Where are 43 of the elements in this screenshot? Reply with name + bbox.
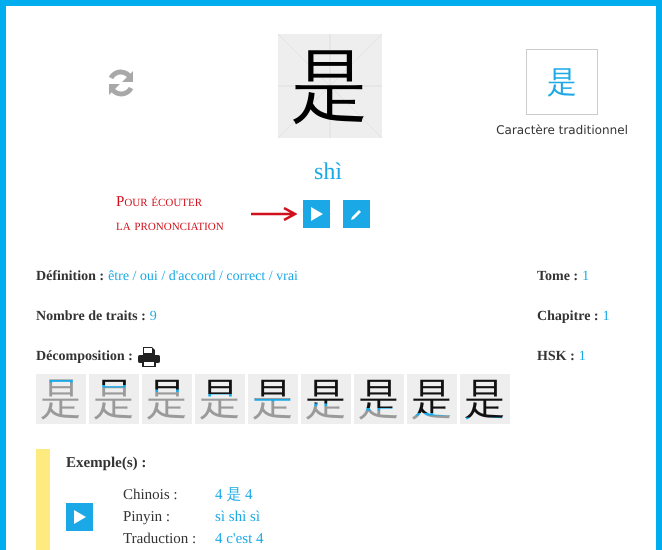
annotation-text: la prononciation (116, 217, 225, 236)
traditional-character: 是 (547, 64, 577, 102)
example-value: sì shì sì (215, 508, 262, 526)
stroke-step: 是 (36, 374, 86, 424)
stroke-step: 是 (407, 374, 457, 424)
stroke-step: 是 (89, 374, 139, 424)
play-icon (310, 207, 322, 221)
example-label: Pinyin : (123, 508, 172, 526)
play-icon (74, 510, 86, 524)
stroke-step: 是 (248, 374, 298, 424)
examples-title: Exemple(s) : (66, 455, 148, 472)
refresh-icon[interactable] (106, 69, 136, 97)
play-button[interactable] (66, 503, 93, 531)
info-value: 1 (582, 269, 590, 285)
info-label: Tome : (537, 269, 578, 285)
info-label: HSK : (537, 349, 575, 365)
play-button[interactable] (303, 200, 330, 228)
stroke-step: 是 (195, 374, 245, 424)
traditional-label: Caractère traditionnel (496, 123, 628, 137)
traditional-character-box[interactable]: 是 (526, 49, 598, 115)
example-label: Chinois : (123, 486, 179, 504)
example-value: 4 c'est 4 (215, 530, 264, 548)
info-label: Décomposition : (36, 349, 133, 365)
info-value: être / oui / d'accord / correct / vrai (108, 269, 298, 285)
example-value: 4 是 4 (215, 486, 254, 504)
main-character: 是 (291, 47, 369, 125)
stroke-step: 是 (460, 374, 510, 424)
stroke-step: 是 (142, 374, 192, 424)
arrow-icon (251, 207, 297, 221)
pinyin: shì (314, 160, 344, 184)
example-label: Traduction : (123, 530, 198, 548)
info-value: 9 (150, 309, 157, 325)
stroke-step: 是 (354, 374, 404, 424)
info-label: Nombre de traits : (36, 309, 146, 325)
info-label: Chapitre : (537, 309, 599, 325)
stroke-step: 是 (301, 374, 351, 424)
edit-button[interactable] (343, 200, 370, 228)
info-value: 1 (578, 349, 586, 365)
pencil-icon (350, 208, 363, 220)
annotation-text: Pour écouter (116, 193, 204, 212)
printer-icon[interactable] (136, 346, 161, 368)
info-label: Définition : (36, 269, 104, 285)
info-value: 1 (602, 309, 610, 325)
